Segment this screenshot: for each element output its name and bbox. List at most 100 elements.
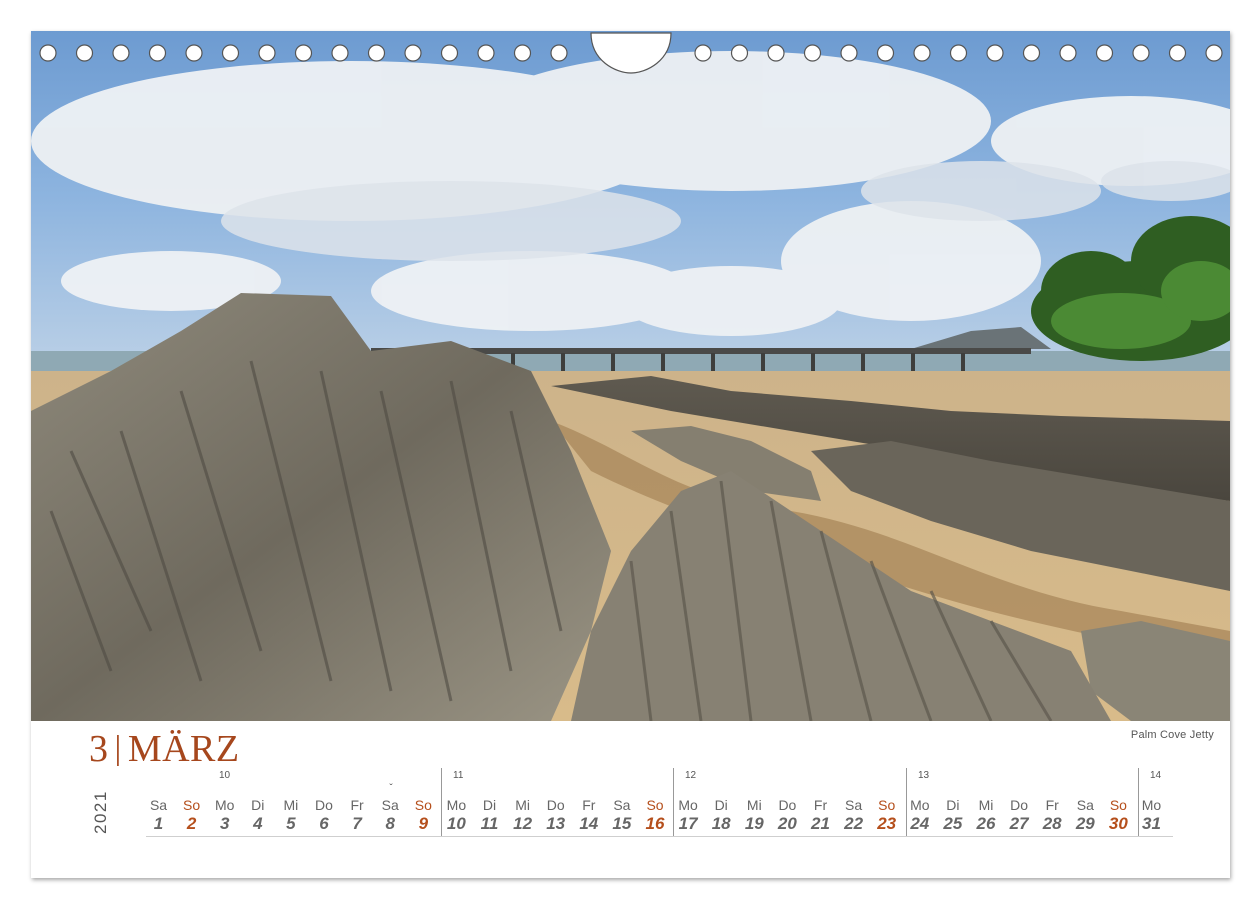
- day-cell: Fr 14: [572, 797, 605, 835]
- binding-hole: [294, 44, 313, 62]
- week-number: 11: [453, 770, 464, 781]
- day-cell: Mo 24: [903, 797, 936, 835]
- weekday-label: Di: [482, 797, 497, 813]
- binding-hole: [730, 44, 749, 62]
- day-number: 21: [811, 814, 830, 833]
- day-cell: Di 18: [705, 797, 738, 835]
- day-number: 24: [910, 814, 930, 833]
- binding-hole: [876, 44, 895, 62]
- month-number: 3: [89, 728, 109, 770]
- binding-hole: [1022, 44, 1041, 62]
- binding-hole: [404, 44, 422, 62]
- day-cell: Fr 7: [341, 797, 374, 835]
- day-number: 17: [678, 814, 698, 833]
- day-cell: Sa 29: [1069, 797, 1102, 835]
- day-number: 13: [546, 814, 566, 833]
- day-number: 18: [711, 814, 731, 833]
- day-cell: Mo 3: [208, 797, 241, 835]
- weekday-label: Mi: [746, 797, 762, 813]
- day-number: 15: [612, 814, 632, 833]
- binding-hole: [185, 44, 203, 62]
- binding-hole: [39, 44, 57, 62]
- binding-hole: [112, 44, 130, 62]
- weekday-label: Sa: [1076, 797, 1094, 813]
- binding-hole: [1132, 44, 1150, 62]
- weekday-label: Mo: [678, 797, 698, 813]
- day-number: 27: [1009, 814, 1029, 833]
- week-number: 14: [1150, 770, 1162, 781]
- day-number: 11: [480, 814, 499, 833]
- weekday-label: Mi: [978, 797, 994, 813]
- day-cell: So 9: [407, 797, 440, 835]
- day-number: 29: [1075, 814, 1095, 833]
- day-number: 23: [877, 814, 897, 833]
- day-cell: Mi 12: [506, 797, 539, 835]
- weekday-label: Fr: [1045, 797, 1059, 813]
- binding-hole: [331, 44, 349, 62]
- day-number: 8: [385, 814, 395, 833]
- weekday-label: Fr: [582, 797, 596, 813]
- day-number: 30: [1108, 814, 1128, 833]
- weekday-label: Di: [251, 797, 265, 813]
- day-cell: Sa 15: [605, 797, 638, 835]
- weekday-label: Do: [546, 797, 565, 813]
- day-cell: Mi 19: [738, 797, 771, 835]
- binding-hole: [803, 44, 822, 62]
- weekday-label: So: [414, 797, 432, 813]
- holiday-marker: ˇ: [389, 783, 393, 794]
- binding-hole: [913, 44, 931, 62]
- day-number: 16: [645, 814, 665, 833]
- weekday-label: Do: [1010, 797, 1029, 813]
- day-cell: Sa 1: [142, 797, 175, 835]
- day-number: 28: [1042, 814, 1062, 833]
- day-cell: Mi 26: [970, 797, 1003, 835]
- weekday-label: Mi: [515, 797, 530, 813]
- weekday-label: So: [646, 797, 664, 813]
- weekday-label: Mo: [1141, 797, 1162, 813]
- day-cell: Do 20: [771, 797, 804, 835]
- binding-hole: [221, 44, 240, 62]
- weekday-label: Mo: [446, 797, 467, 813]
- binding-hole: [1059, 44, 1077, 62]
- day-cell: Mo 10: [440, 797, 473, 835]
- day-cell: So 2: [175, 797, 208, 835]
- binding-hole: [840, 44, 858, 62]
- day-number: 5: [286, 814, 296, 833]
- hanger-notch: [590, 32, 672, 74]
- weekday-label: Mo: [910, 797, 930, 813]
- weekday-label: Mi: [283, 797, 299, 813]
- day-number: 25: [943, 814, 963, 833]
- weekday-label: Sa: [149, 797, 168, 813]
- photo-caption: Palm Cove Jetty: [1130, 729, 1214, 741]
- weekday-label: Di: [714, 797, 728, 813]
- week-number: 13: [918, 770, 930, 781]
- weekday-label: Di: [946, 797, 960, 813]
- weekday-label: Do: [778, 797, 797, 813]
- year-label: 2021: [91, 790, 110, 834]
- binding-hole: [477, 44, 495, 62]
- day-number: 31: [1142, 814, 1161, 833]
- day-number: 12: [513, 814, 533, 833]
- day-number: 7: [352, 814, 362, 833]
- week-number: 12: [685, 770, 697, 781]
- day-row-baseline: [146, 836, 1173, 837]
- day-number: 9: [418, 814, 429, 833]
- binding-hole: [367, 44, 386, 62]
- day-number: 22: [844, 814, 864, 833]
- binding-hole: [1095, 44, 1114, 62]
- weekday-label: Do: [315, 797, 333, 813]
- day-cell: Mi 5: [274, 797, 307, 835]
- day-cell: Mo 31: [1135, 797, 1168, 835]
- binding-hole: [148, 44, 167, 62]
- spiral-binding: [39, 32, 1223, 74]
- weekday-label: So: [1109, 797, 1127, 813]
- weekday-label: Fr: [813, 797, 828, 813]
- day-cell: So 30: [1102, 797, 1135, 835]
- binding-hole: [767, 44, 785, 62]
- day-number: 26: [976, 814, 996, 833]
- title-separator: |: [114, 730, 122, 767]
- day-cell: Sa 22: [837, 797, 870, 835]
- weekday-label: Sa: [381, 797, 399, 813]
- day-cell: Di 25: [936, 797, 969, 835]
- day-number: 6: [319, 814, 329, 833]
